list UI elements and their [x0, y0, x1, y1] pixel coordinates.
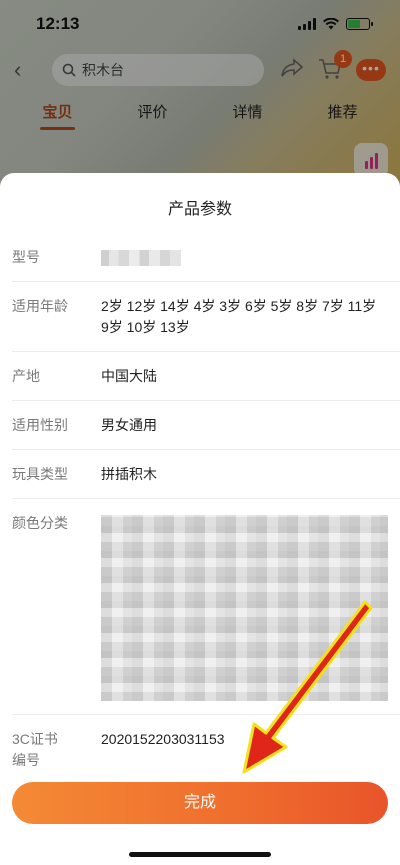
param-row-age: 适用年龄 2岁 12岁 14岁 4岁 3岁 6岁 5岁 8岁 7岁 11岁 9岁… [12, 282, 400, 352]
home-indicator [129, 852, 271, 857]
sheet-title: 产品参数 [167, 201, 232, 218]
param-label: 玩具类型 [12, 466, 68, 482]
product-params-sheet: 产品参数 型号 适用年龄 2岁 12岁 14岁 4岁 3岁 6岁 5岁 8岁 7… [0, 173, 400, 865]
param-row-gender: 适用性别 男女通用 [12, 401, 400, 450]
param-value: 中国大陆 [101, 368, 157, 384]
pixelated-color-value [101, 515, 388, 701]
param-label: 型号 [12, 249, 40, 265]
pixelated-model-value [101, 250, 181, 266]
param-label: 3C证书编号 [12, 731, 58, 768]
params-list: 型号 适用年龄 2岁 12岁 14岁 4岁 3岁 6岁 5岁 8岁 7岁 11岁… [12, 233, 400, 784]
param-row-model: 型号 [12, 233, 400, 282]
param-value: 2020152203031153 [101, 731, 225, 747]
param-label: 适用年龄 [12, 298, 68, 314]
done-button[interactable]: 完成 [12, 782, 388, 824]
param-row-color: 颜色分类 [12, 499, 400, 715]
param-value-model [101, 247, 400, 268]
param-value: 拼插积木 [101, 466, 157, 482]
param-value: 男女通用 [101, 417, 157, 433]
param-label: 适用性别 [12, 417, 68, 433]
param-label: 产地 [12, 368, 40, 384]
param-label: 颜色分类 [12, 515, 68, 531]
param-row-toy-type: 玩具类型 拼插积木 [12, 450, 400, 499]
param-row-origin: 产地 中国大陆 [12, 352, 400, 401]
param-row-3c-cert: 3C证书编号 2020152203031153 [12, 715, 400, 784]
param-value: 2岁 12岁 14岁 4岁 3岁 6岁 5岁 8岁 7岁 11岁 9岁 10岁 … [101, 298, 377, 335]
param-value-color [101, 513, 400, 701]
